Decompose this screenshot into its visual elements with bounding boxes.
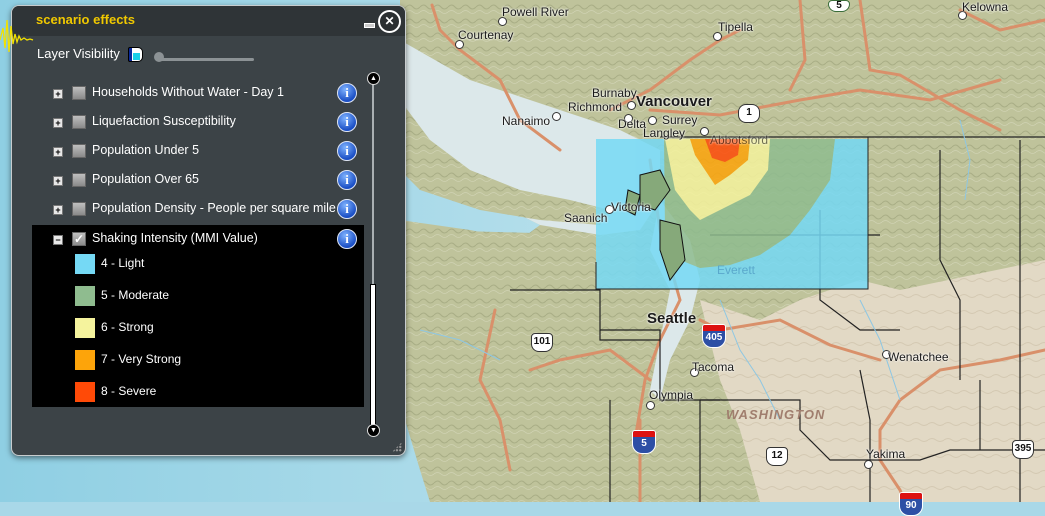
expand-icon[interactable]: +	[53, 147, 63, 157]
place-label-kelowna: Kelowna	[962, 0, 1009, 14]
i-90-shield: 90	[899, 492, 923, 516]
info-icon[interactable]: i	[337, 229, 357, 249]
info-icon[interactable]: i	[337, 112, 357, 132]
layer-label: Population Density - People per square m…	[92, 201, 336, 215]
place-label-victoria: Victoria	[611, 200, 651, 214]
city-dot	[627, 101, 636, 110]
collapse-icon[interactable]: −	[53, 235, 63, 245]
us-12-shield: 12	[766, 447, 788, 466]
city-dot	[552, 112, 561, 121]
place-label-seattle: Seattle	[647, 310, 697, 327]
expand-icon[interactable]: +	[53, 205, 63, 215]
legend-label: 5 - Moderate	[101, 288, 170, 302]
info-icon[interactable]: i	[337, 170, 357, 190]
panel-title: scenario effects	[36, 12, 135, 27]
place-label-washington: WASHINGTON	[726, 407, 826, 422]
seismograph-wave-icon	[0, 19, 34, 53]
layer-row[interactable]: + Liquefaction Susceptibility i	[12, 110, 372, 134]
layer-checkbox[interactable]	[72, 173, 86, 187]
place-label-tipella: Tipella	[718, 20, 753, 34]
layer-label: Liquefaction Susceptibility	[92, 114, 236, 128]
layer-row[interactable]: + Population Under 5 i	[12, 139, 372, 163]
place-label-burnaby: Burnaby	[592, 86, 637, 100]
layer-row[interactable]: + Population Over 65 i	[12, 168, 372, 192]
legend-swatch	[75, 382, 95, 402]
place-label-everett: Everett	[717, 263, 756, 277]
us-101-shield: 101	[531, 333, 553, 352]
layer-label: Households Without Water - Day 1	[92, 85, 284, 99]
bc-5-shield: 5	[828, 0, 850, 12]
expand-icon[interactable]: +	[53, 176, 63, 186]
place-label-wenatchee: Wenatchee	[888, 350, 949, 364]
city-dot	[864, 460, 873, 469]
scroll-down-button[interactable]: ▼	[367, 424, 380, 437]
chevron-up-icon: ▲	[370, 75, 377, 82]
layer-checkbox[interactable]	[72, 144, 86, 158]
legend-label: 6 - Strong	[101, 320, 154, 334]
layer-row[interactable]: + Population Density - People per square …	[12, 197, 372, 221]
legend-swatch	[75, 318, 95, 338]
expanded-layer-block	[32, 225, 364, 407]
i-5-shield: 5	[632, 430, 656, 454]
layer-label: Shaking Intensity (MMI Value)	[92, 231, 258, 245]
scroll-up-button[interactable]: ▲	[367, 72, 380, 85]
layer-checkbox[interactable]	[72, 86, 86, 100]
place-label-powell-river: Powell River	[502, 5, 569, 19]
legend-label: 4 - Light	[101, 256, 145, 270]
layer-visibility-label: Layer Visibility	[37, 46, 120, 61]
layer-checkbox[interactable]: ✓	[72, 232, 86, 246]
place-label-abbotsford: Abbotsford	[710, 133, 769, 147]
minimize-button[interactable]	[364, 23, 375, 28]
place-label-delta: Delta	[618, 117, 647, 131]
legend-swatch	[75, 286, 95, 306]
scrollbar-thumb[interactable]	[370, 284, 376, 428]
info-icon[interactable]: i	[337, 83, 357, 103]
shield-number: 90	[905, 500, 917, 511]
transparency-icon	[128, 47, 143, 62]
place-label-yakima: Yakima	[866, 447, 906, 461]
place-label-olympia: Olympia	[649, 388, 694, 402]
city-dot	[700, 127, 709, 136]
place-label-courtenay: Courtenay	[458, 28, 514, 42]
layer-label: Population Over 65	[92, 172, 200, 186]
place-label-saanich: Saanich	[564, 211, 608, 225]
layer-label: Population Under 5	[92, 143, 200, 157]
close-icon: ✕	[384, 14, 395, 28]
bc-1-shield: 1	[738, 104, 760, 123]
layer-visibility-slider[interactable]	[158, 58, 254, 61]
place-label-nanaimo: Nanaimo	[502, 114, 551, 128]
city-dot	[646, 401, 655, 410]
expand-icon[interactable]: +	[53, 118, 63, 128]
layer-visibility-slider-thumb[interactable]	[154, 52, 164, 62]
place-label-surrey: Surrey	[662, 113, 698, 127]
layer-checkbox[interactable]	[72, 115, 86, 129]
us-395-shield: 395	[1012, 440, 1034, 459]
resize-handle[interactable]	[392, 442, 402, 452]
legend-swatch	[75, 254, 95, 274]
legend-label: 7 - Very Strong	[101, 352, 182, 366]
place-label-vancouver: Vancouver	[636, 93, 712, 110]
expand-icon[interactable]: +	[53, 89, 63, 99]
layer-row[interactable]: + Households Without Water - Day 1 i	[12, 81, 372, 105]
city-dot	[648, 116, 657, 125]
place-label-langley: Langley	[643, 126, 686, 140]
info-icon[interactable]: i	[337, 199, 357, 219]
chevron-down-icon: ▼	[370, 427, 377, 434]
scenario-effects-panel[interactable]: scenario effects ✕ Layer Visibility + Hou…	[11, 5, 406, 456]
i-405-shield: 405	[702, 324, 726, 348]
legend-swatch	[75, 350, 95, 370]
layer-checkbox[interactable]	[72, 202, 86, 216]
place-label-tacoma: Tacoma	[692, 360, 735, 374]
panel-titlebar[interactable]: scenario effects ✕	[12, 6, 405, 36]
layer-row[interactable]: − ✓ Shaking Intensity (MMI Value) i	[12, 227, 372, 251]
place-label-richmond: Richmond	[568, 100, 623, 114]
info-icon[interactable]: i	[337, 141, 357, 161]
close-button[interactable]: ✕	[378, 10, 401, 33]
legend-label: 8 - Severe	[101, 384, 157, 398]
shield-number: 5	[641, 438, 647, 449]
shield-number: 405	[705, 332, 723, 343]
